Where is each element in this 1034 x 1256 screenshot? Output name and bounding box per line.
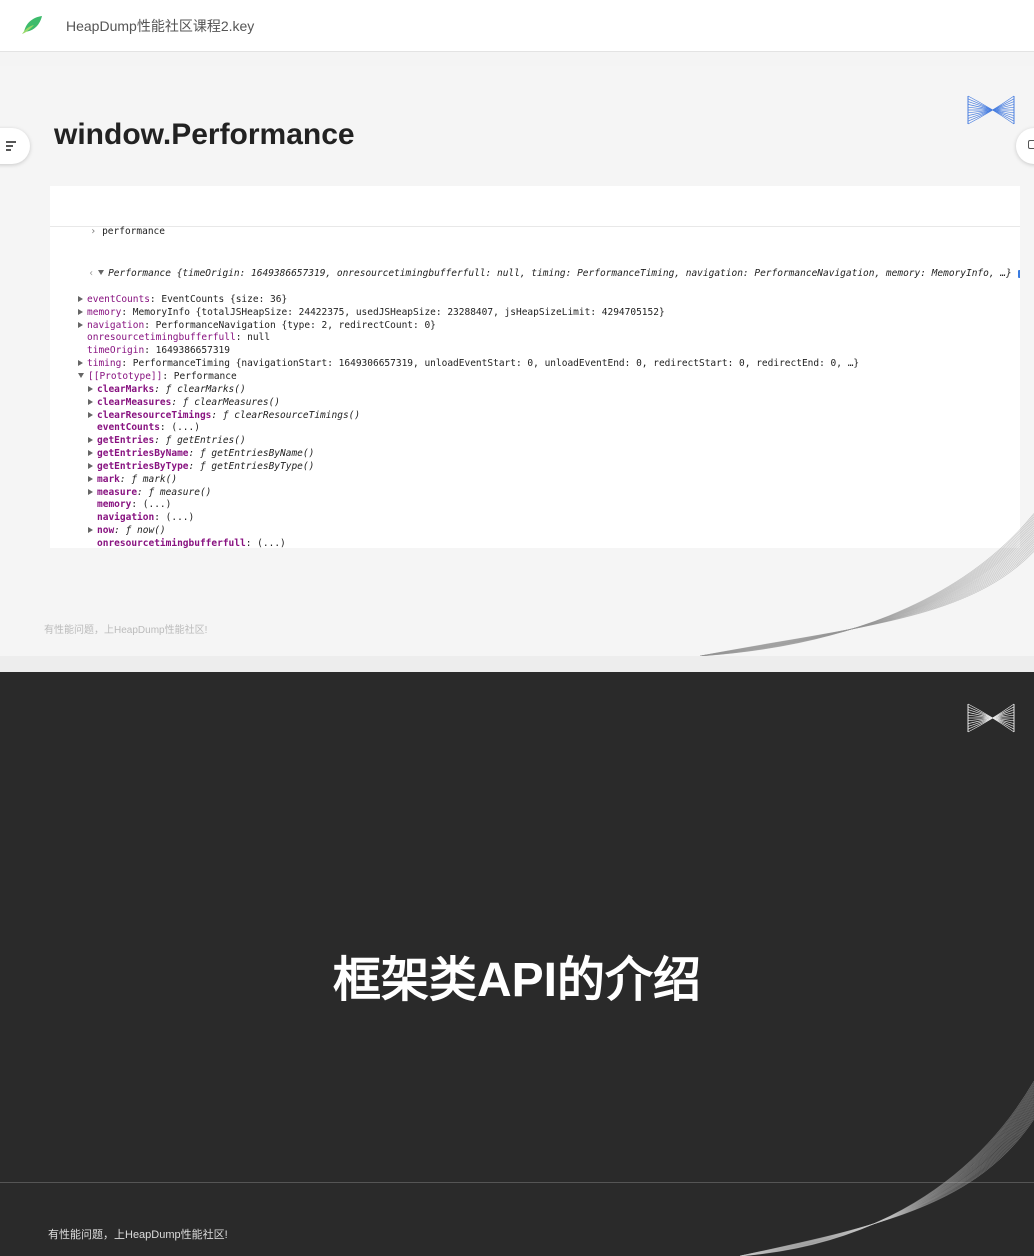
property-key: navigation [97,512,155,524]
expand-triangle-icon [78,295,83,302]
expand-triangle-icon [78,321,83,328]
slide-gap [0,656,1034,672]
property-key: getEntries [97,435,155,447]
property-key: [[Prototype]] [88,370,163,382]
property-key: eventCounts [87,293,150,305]
console-property-row[interactable]: getEntriesByName: ƒ getEntriesByName() [50,448,1020,461]
console-property-row[interactable]: memory: MemoryInfo {totalJSHeapSize: 244… [50,307,1020,320]
console-summary-row: ‹ Performance {timeOrigin: 1649386657319,… [50,255,1020,279]
property-key: memory [97,499,132,511]
console-property-row[interactable]: measure: ƒ measure() [50,487,1020,500]
property-value: : EventCounts {size: 36} [149,293,288,305]
top-bar: HeapDump性能社区课程2.key [0,0,1034,52]
property-value: : ƒ getEntries() [154,435,246,447]
expand-triangle-icon [98,270,105,276]
property-value: : ƒ now() [114,525,166,537]
console-property-row[interactable]: clearResourceTimings: ƒ clearResourceTim… [50,410,1020,423]
app-logo-icon [22,16,42,34]
slide-2[interactable]: 框架类API的介绍 有性能问题，上HeapDump性能社区! [0,672,1034,1256]
expand-triangle-icon [88,437,93,444]
property-value: : ƒ clearMarks() [154,383,246,395]
property-value: : (...) [245,537,286,548]
console-property-row[interactable]: getEntriesByType: ƒ getEntriesByType() [50,461,1020,474]
property-value: : ƒ measure() [137,486,212,498]
property-value: : PerformanceTiming {navigationStart: 16… [121,358,860,370]
console-input: performance [102,225,165,237]
slide-title: window.Performance [54,118,355,151]
property-key: clearMeasures [97,396,172,408]
return-icon: ‹ [88,268,95,280]
slide-footer: 有性能问题，上HeapDump性能社区! [44,625,208,636]
property-value: : Performance [162,370,237,382]
document-title: HeapDump性能社区课程2.key [66,18,255,34]
heapdump-mark-icon [967,95,1015,125]
console-property-row[interactable]: mark: ƒ mark() [50,474,1020,487]
property-value: : ƒ mark() [119,473,178,485]
slide-1[interactable]: window.Performance › performance ‹ Perform… [0,66,1034,656]
property-value: : (...) [159,422,200,434]
property-key: eventCounts [97,422,160,434]
property-value: : ƒ getEntriesByName() [188,448,315,460]
summary-body: timeOrigin: 1649386657319, onresourcetim… [182,268,1012,280]
property-key: onresourcetimingbufferfull [97,537,246,548]
property-key: getEntriesByType [97,460,189,472]
expand-triangle-icon [88,475,93,482]
property-key: measure [97,486,138,498]
property-value: : (...) [154,512,195,524]
property-value: : (...) [131,499,172,511]
devtools-console-screenshot: › performance ‹ Performance {timeOrigin: 1… [50,186,1020,548]
property-key: navigation [87,319,145,331]
property-key: timing [87,358,122,370]
property-value: : null [235,332,271,344]
expand-triangle-icon [88,462,93,469]
property-value: : ƒ getEntriesByType() [188,460,315,472]
property-key: onresourcetimingbufferfull [87,332,236,344]
console-input-row: › performance [50,212,1020,237]
property-key: getEntriesByName [97,448,189,460]
property-value: : MemoryInfo {totalJSHeapSize: 24422375,… [121,306,665,318]
summary-prefix: Performance { [108,268,183,280]
expand-triangle-icon [88,398,93,405]
console-property-row[interactable]: [[Prototype]]: Performance [50,371,1020,384]
property-value: : PerformanceNavigation {type: 2, redire… [144,319,436,331]
expand-triangle-icon [88,450,93,457]
console-property-row: onresourcetimingbufferfull: null [50,332,1020,345]
expand-triangle-icon [88,527,93,534]
expand-triangle-icon [78,308,83,315]
property-value: : 1649386657319 [144,345,230,357]
property-key: timeOrigin [87,345,145,357]
console-property-row: timeOrigin: 1649386657319 [50,345,1020,358]
property-key: now [97,525,115,537]
property-key: clearResourceTimings [97,409,212,421]
list-icon [6,141,16,153]
property-key: clearMarks [97,383,155,395]
property-key: memory [87,306,122,318]
decorative-wave-lines [740,1081,1034,1256]
slide-footer: 有性能问题，上HeapDump性能社区! [48,1229,228,1241]
outline-toggle-button[interactable] [0,128,30,164]
console-property-row[interactable]: getEntries: ƒ getEntries() [50,435,1020,448]
comments-toggle-button[interactable] [1016,128,1034,164]
expand-triangle-icon [88,411,93,418]
heapdump-mark-icon [967,703,1015,733]
info-icon: i [1017,270,1020,279]
console-property-row[interactable]: eventCounts: EventCounts {size: 36} [50,294,1020,307]
collapse-triangle-icon [78,372,84,378]
comment-icon [1028,140,1034,149]
console-property-row[interactable]: navigation: PerformanceNavigation {type:… [50,320,1020,333]
console-property-row[interactable]: timing: PerformanceTiming {navigationSta… [50,358,1020,371]
property-value: : ƒ clearMeasures() [171,396,281,408]
expand-triangle-icon [78,360,83,367]
slide-title: 框架类API的介绍 [332,954,702,1007]
console-property-row: eventCounts: (...) [50,422,1020,435]
prompt-icon: › [90,225,97,237]
property-key: mark [97,473,120,485]
expand-triangle-icon [88,385,93,392]
console-property-row[interactable]: clearMarks: ƒ clearMarks() [50,384,1020,397]
decorative-wave-lines [700,513,1034,656]
console-property-row[interactable]: clearMeasures: ƒ clearMeasures() [50,397,1020,410]
property-value: : ƒ clearResourceTimings() [211,409,361,421]
expand-triangle-icon [88,488,93,495]
